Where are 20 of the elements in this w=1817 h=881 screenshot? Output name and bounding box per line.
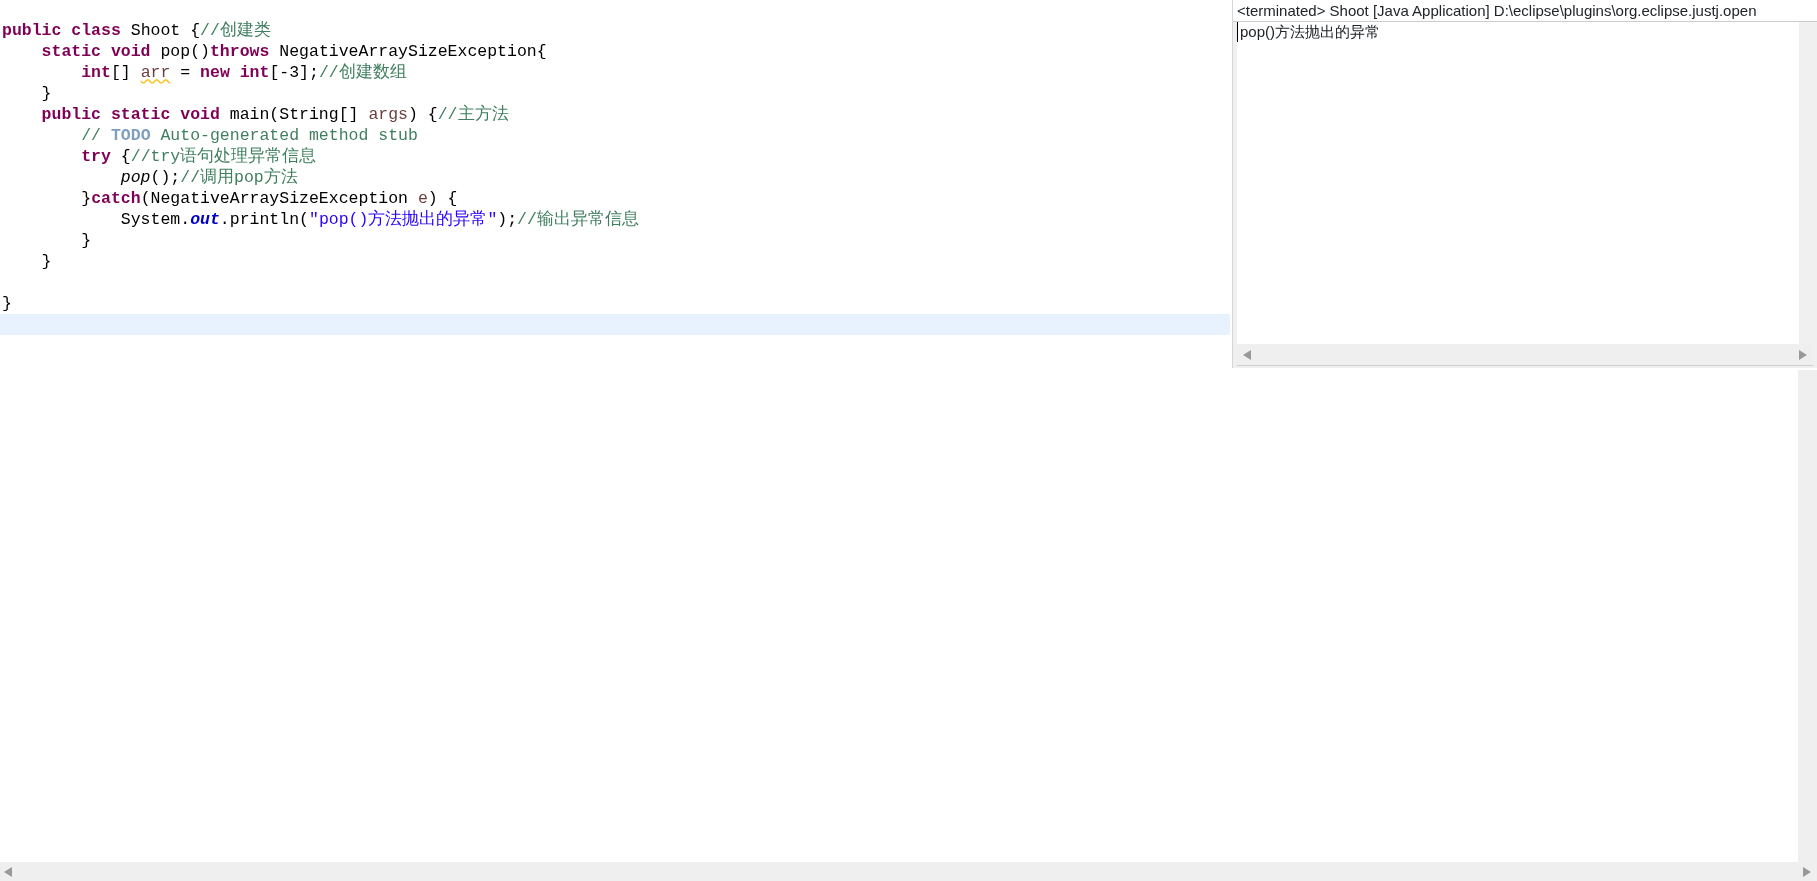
code-line: }	[40, 83, 52, 104]
code-line: }catch(NegativeArraySizeException e) {	[80, 188, 458, 209]
code-line: // TODO Auto-generated method stub	[80, 125, 418, 146]
console-header: <terminated> Shoot [Java Application] D:\eclipse\plugins\org.eclipse.justj.open	[1233, 0, 1817, 22]
code-line: public class Shoot {//创建类	[1, 20, 271, 41]
scroll-right-icon[interactable]	[1803, 866, 1811, 877]
code-line: pop();//调用pop方法	[119, 167, 298, 188]
code-line: try {//try语句处理异常信息	[80, 146, 317, 167]
horizontal-scrollbar[interactable]	[0, 862, 1817, 881]
code-line: public static void main(String[] args) {//主方法	[40, 104, 509, 125]
code-line: }	[40, 251, 52, 272]
code-line: System.out.println("pop()方法抛出的异常");//输出异常信息	[119, 209, 639, 230]
code-line: static void pop()throws NegativeArraySizeException{	[40, 41, 547, 62]
code-line: int[] arr = new int[-3];//创建数组	[80, 62, 407, 83]
code-line: }	[80, 230, 92, 251]
console-output: pop()方法抛出的异常	[1237, 22, 1381, 42]
scroll-left-icon[interactable]	[4, 866, 12, 877]
code-line: }	[1, 293, 12, 314]
scroll-right-icon[interactable]	[1799, 349, 1807, 360]
scroll-left-icon[interactable]	[1243, 349, 1251, 360]
